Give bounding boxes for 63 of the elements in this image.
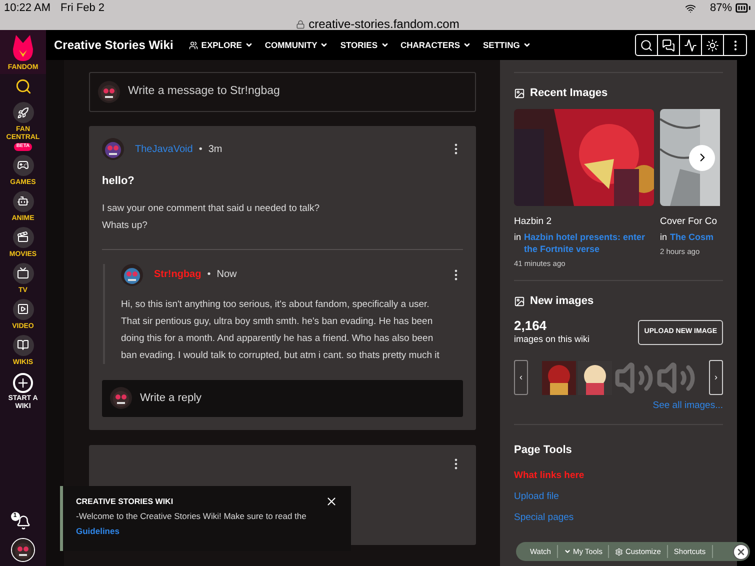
caret-icon [564,548,571,555]
notification-bell-icon[interactable] [16,515,30,530]
tv-icon [17,267,29,279]
post-text: I saw your one comment that said u needed to talk? [102,202,321,216]
battery-percent: 87% [710,0,732,16]
prev-button[interactable]: ‹ [514,360,528,395]
flame-icon [13,34,33,60]
nav-menu[interactable]: COMMUNITY [264,38,328,52]
gamepad-icon [17,159,29,171]
reply-field[interactable]: Write a reply [102,380,463,416]
explore-icon [189,40,198,50]
caret-icon [380,41,388,49]
nav-menu[interactable]: STORIES [340,38,388,52]
caret-icon [463,41,471,49]
search-icon[interactable] [14,78,32,95]
in-label: in [514,230,522,244]
status-time: 10:22 AM [4,0,50,16]
rocket-icon [17,106,29,118]
lock-icon [296,20,305,28]
address-url[interactable]: creative-stories.fandom.com [308,15,460,33]
message-field[interactable]: Write a message to Str!ngbag [89,72,476,112]
play-icon [17,303,29,315]
image-title[interactable]: Hazbin 2 [514,214,654,229]
gear-icon [615,548,624,556]
image-icon [514,296,525,307]
book-icon [17,339,29,351]
status-date: Fri Feb 2 [60,0,104,16]
in-label: in [660,230,668,243]
separator-dot: • [207,268,211,282]
toast-title: CREATIVE STORIES WIKI [76,496,174,508]
nav-menu[interactable]: CHARACTERS [400,38,471,52]
clapperboard-icon [17,231,29,243]
section-title: Recent Images [530,86,608,101]
reply-time: Now [216,268,237,282]
image-title[interactable]: Cover For Co [660,214,720,229]
separator-dot: • [198,142,202,156]
tool-link[interactable]: Upload file [514,490,723,504]
section-title: Page Tools [514,443,573,458]
post-time: 3m [208,142,222,156]
nav-menu[interactable]: SETTING [483,38,531,52]
post-text: Whats up? [102,218,148,232]
image-count: 2,164 [514,318,548,332]
wiki-title[interactable]: Creative Stories Wiki [54,36,174,54]
robot-icon [17,195,29,207]
section-title: New images [530,294,594,309]
close-button[interactable] [733,544,749,560]
image-count-label: images on this wiki [514,332,590,346]
next-button[interactable]: › [709,360,723,395]
caret-icon [244,41,253,49]
post-title: hello? [102,174,136,189]
close-icon[interactable] [325,495,338,508]
toast-text: -Welcome to the Creative Stories Wiki! Make sure to read the Guidelines [76,510,308,538]
wifi-icon [684,2,696,14]
image-icon [514,88,525,99]
caret-icon [522,41,531,49]
reply-text: Hi, so this isn't anything too serious, it's about fandom, specifically a user. That sir pentious guy, ultra boy smth smth. he's ban evading. He has been doing this for a month. And apparently he has a friend. Who has also been ban evading. I would talk to corrupted, but atm i cant. so thats pretty much it [121,298,440,362]
close-icon [736,546,746,556]
guidelines-link[interactable]: Guidelines [76,526,120,536]
caret-icon [320,41,328,49]
add-icon[interactable] [13,372,33,392]
nav-menu[interactable]: EXPLORE [189,38,253,52]
message-placeholder: Write a message to Str!ngbag [128,84,280,100]
reply-placeholder: Write a reply [140,390,202,406]
